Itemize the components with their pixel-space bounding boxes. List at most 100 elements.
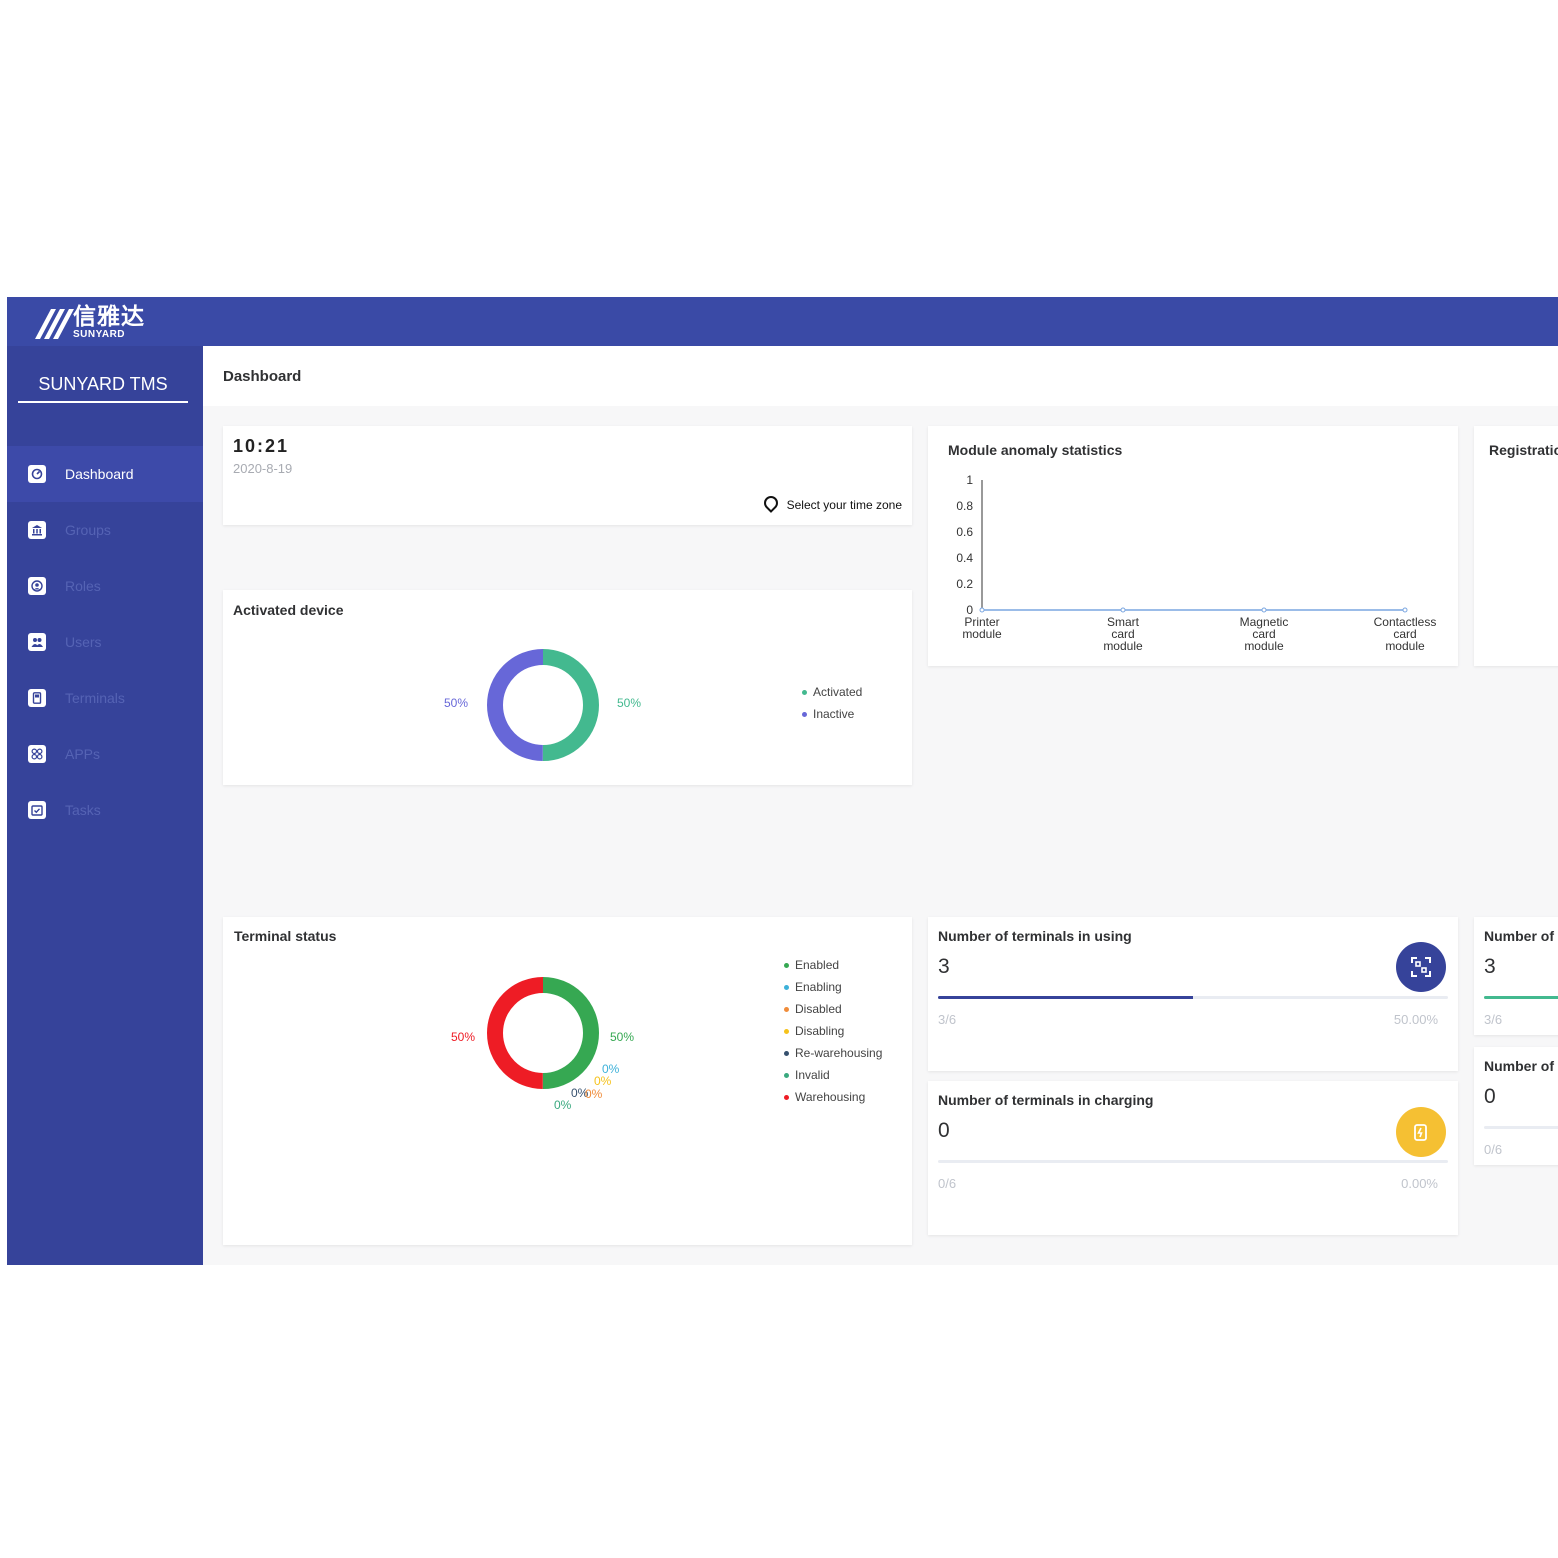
sidebar-item-apps[interactable]: APPs [7,726,203,782]
disabled-percent-label: 0% [585,1087,603,1101]
sidebar-item-label: Tasks [65,802,101,818]
legend-item-warehousing[interactable]: Warehousing [784,1086,882,1108]
app-window: 信雅达 SUNYARD SUNYARD TMS Dashboard Groups… [7,297,1558,1265]
role-icon [28,577,46,595]
card-title: Registratic [1489,442,1558,458]
partial-progress-bar [1484,996,1558,999]
registration-card: Registratic [1474,426,1558,666]
partial-stat-ratio: 0/6 [1484,1142,1503,1157]
top-header: 信雅达 SUNYARD [7,297,1558,346]
sidebar-item-label: APPs [65,746,101,762]
terminals-in-using-card: Number of terminals in using 3 3/6 50.00… [928,917,1458,1071]
bank-icon [28,521,46,539]
y-tick-label: 1 [966,473,973,487]
card-title: Terminal status [234,928,337,944]
sunyard-logo[interactable]: 信雅达 SUNYARD [35,304,145,340]
invalid-percent-label: 0% [554,1098,572,1112]
sidebar-item-label: Terminals [65,690,125,706]
partial-stat-card-1: Number of 3 3/6 [1474,917,1558,1035]
x-tick-label: module [962,627,1002,641]
apps-icon [28,745,46,763]
dashboard-icon [28,465,46,483]
card-title: Number of [1484,1058,1554,1074]
sidebar-brand: SUNYARD TMS [18,374,188,403]
legend-item-enabled[interactable]: Enabled [784,954,882,976]
sidebar-item-terminals[interactable]: Terminals [7,670,203,726]
module-anomaly-card: Module anomaly statistics 0 0.2 0.4 0.6 0.8 1… [928,426,1458,666]
sidebar-item-label: Dashboard [65,466,134,482]
sidebar-item-users[interactable]: Users [7,614,203,670]
disabling-percent-label: 0% [594,1074,612,1088]
timezone-selector[interactable]: Select your time zone [760,493,902,513]
sidebar-item-tasks[interactable]: Tasks [7,782,203,838]
clock-card: 10:21 2020-8-19 Select your time zone [223,426,912,525]
warehousing-percent-label: 50% [451,1030,476,1044]
card-title: Number of [1484,928,1554,944]
x-tick-label: module [1244,639,1284,653]
timezone-label: Select your time zone [786,498,902,512]
sidebar-item-label: Users [65,634,102,650]
sidebar-item-label: Groups [65,522,111,538]
data-point[interactable] [1402,607,1408,613]
legend-item-disabling[interactable]: Disabling [784,1020,882,1042]
x-tick-label: module [1385,639,1425,653]
charging-percent: 0.00% [1401,1176,1438,1191]
legend-item-enabling[interactable]: Enabling [784,976,882,998]
scan-icon [1396,942,1446,992]
current-date: 2020-8-19 [233,461,293,476]
x-tick-label: module [1103,639,1143,653]
using-ratio: 3/6 [938,1012,957,1027]
y-tick-label: 0.6 [956,525,973,539]
sidebar-item-groups[interactable]: Groups [7,502,203,558]
y-tick-label: 0.8 [956,499,973,513]
data-point[interactable] [1261,607,1267,613]
charging-ratio: 0/6 [938,1176,957,1191]
using-progress-bar [938,996,1448,999]
logo-english-text: SUNYARD [73,329,126,340]
card-title: Number of terminals in charging [938,1092,1154,1108]
current-time: 10:21 [233,436,290,456]
partial-stat-ratio: 3/6 [1484,1012,1503,1027]
legend-item-rewarehousing[interactable]: Re-warehousing [784,1042,882,1064]
using-percent: 50.00% [1393,1012,1438,1027]
data-point[interactable] [979,607,985,613]
card-title: Activated device [233,602,344,618]
page-header: Dashboard [203,346,1558,406]
sidebar: SUNYARD TMS Dashboard Groups Roles Users [7,346,203,1265]
location-pin-icon [760,493,781,513]
partial-stat-card-2: Number of 0 0/6 [1474,1047,1558,1165]
users-icon [28,633,46,651]
data-point[interactable] [1120,607,1126,613]
sidebar-item-dashboard[interactable]: Dashboard [7,446,203,502]
card-title: Number of terminals in using [938,928,1132,944]
legend-item-disabled[interactable]: Disabled [784,998,882,1020]
terminal-status-legend: Enabled Enabling Disabled Disabling Re-w… [784,954,882,1108]
y-tick-label: 0.2 [956,577,973,591]
terminal-status-card: Terminal status 50% 50% 0% 0% 0% 0% 0% E… [223,917,912,1245]
charging-progress-bar [938,1160,1448,1163]
activated-legend: Activated Inactive [802,681,862,725]
activated-device-card: Activated device 50% 50% Activated Inact… [223,590,912,785]
charging-count: 0 [938,1119,950,1142]
logo-chinese-text: 信雅达 [73,304,145,330]
partial-stat-value: 0 [1484,1085,1496,1108]
legend-item-activated[interactable]: Activated [802,681,862,703]
using-count: 3 [938,955,950,978]
terminal-status-donut-chart [487,977,599,1089]
enabled-percent-label: 50% [610,1030,635,1044]
partial-stat-value: 3 [1484,955,1496,978]
legend-item-invalid[interactable]: Invalid [784,1064,882,1086]
tasks-icon [28,801,46,819]
module-anomaly-line-chart: 00.20.40.60.81PrintermoduleSmartcardmodu… [956,473,1436,653]
legend-item-inactive[interactable]: Inactive [802,703,862,725]
sidebar-item-label: Roles [65,578,101,594]
partial-progress-bar [1484,1126,1558,1129]
y-tick-label: 0.4 [956,551,973,565]
activated-percent-label: 50% [617,696,642,710]
terminal-icon [28,689,46,707]
inactive-percent-label: 50% [444,696,469,710]
sidebar-item-roles[interactable]: Roles [7,558,203,614]
activated-donut-chart [487,649,599,761]
charging-icon [1396,1107,1446,1157]
logo-mark-icon [35,309,74,339]
